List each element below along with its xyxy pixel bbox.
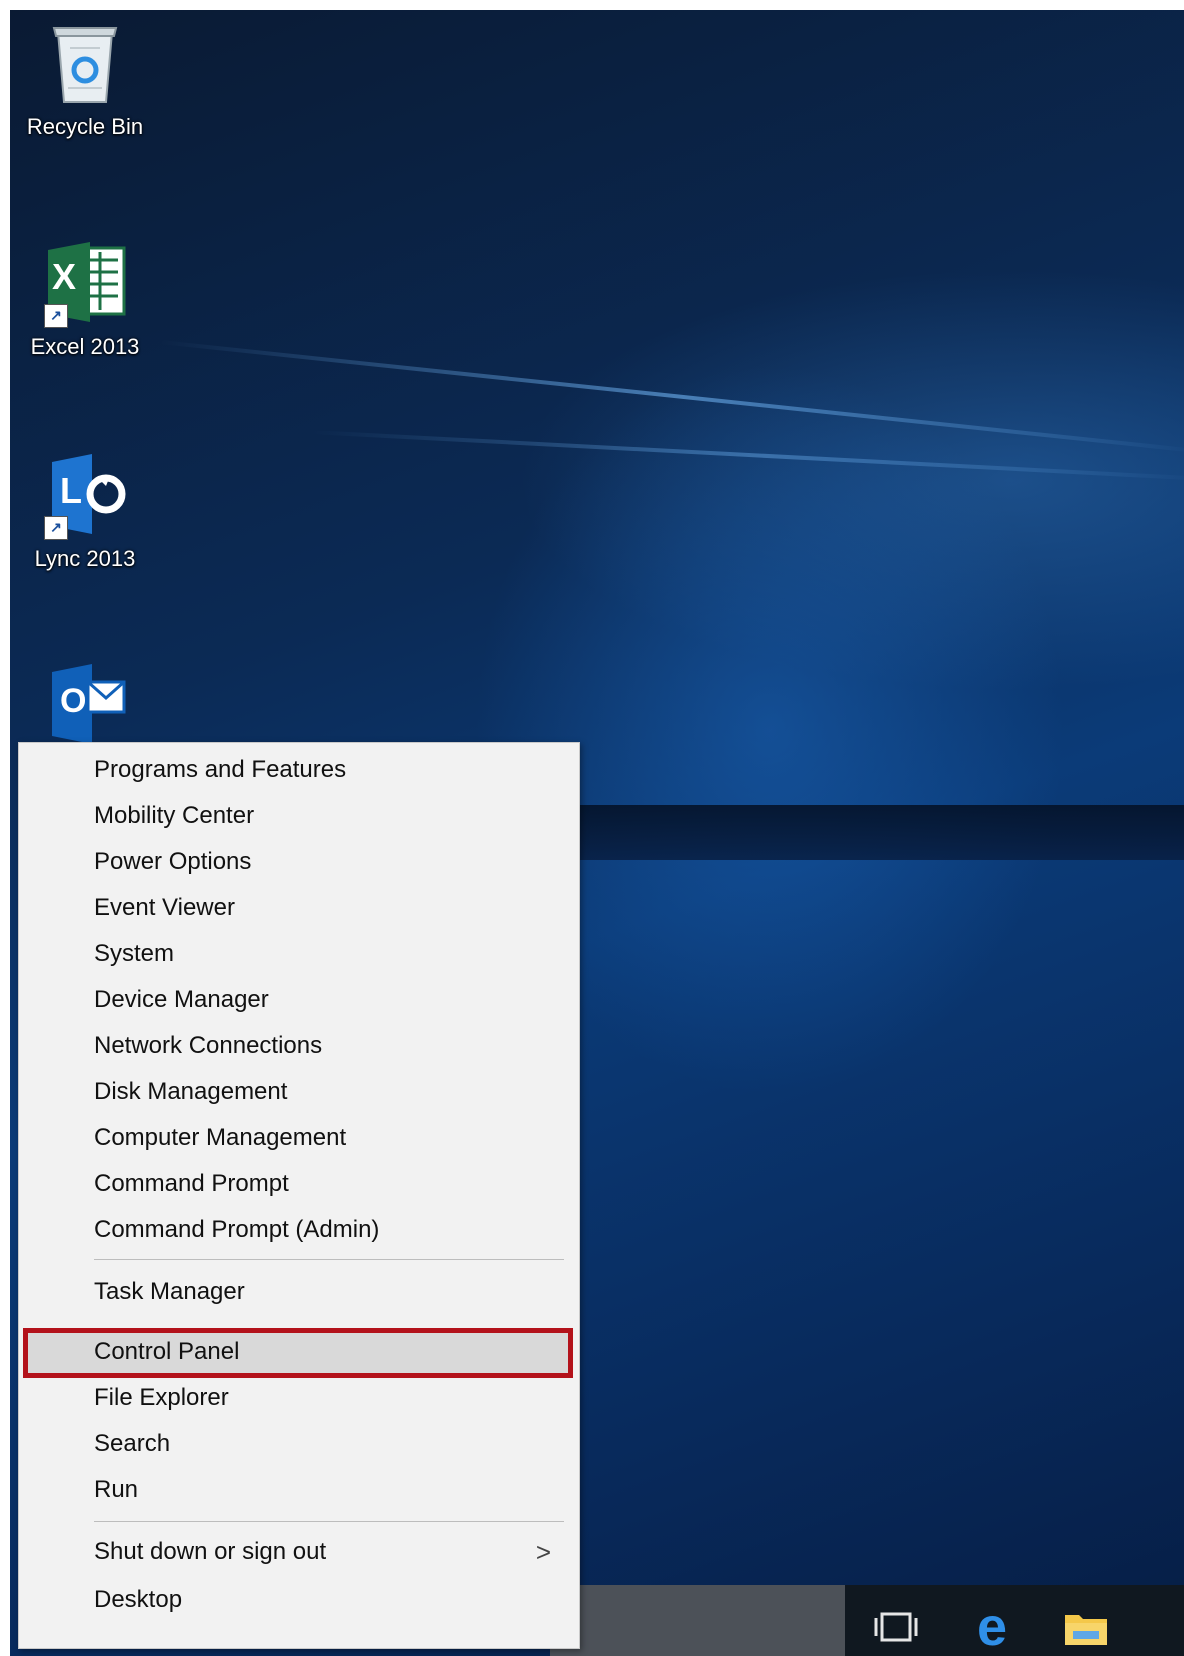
menu-item-label: Mobility Center — [94, 802, 255, 829]
menu-item-run[interactable]: Run — [19, 1467, 579, 1513]
file-explorer-icon[interactable] — [1062, 1603, 1110, 1651]
menu-item-shut-down-or-sign-out[interactable]: Shut down or sign out > — [19, 1529, 579, 1575]
menu-item-label: Programs and Features — [94, 756, 347, 783]
taskbar-search-box[interactable] — [550, 1585, 845, 1656]
menu-item-control-panel[interactable]: Control Panel — [19, 1329, 579, 1375]
menu-separator — [94, 1259, 564, 1260]
desktop-icon-excel[interactable]: X ↗ Excel 2013 — [10, 238, 160, 360]
menu-item-label: Shut down or sign out — [94, 1538, 327, 1565]
menu-item-device-manager[interactable]: Device Manager — [19, 977, 579, 1023]
excel-letter: X — [52, 256, 77, 297]
power-user-context-menu: Programs and Features Mobility Center Po… — [18, 742, 580, 1649]
menu-item-label: Power Options — [94, 848, 252, 875]
menu-item-label: Device Manager — [94, 986, 269, 1013]
edge-letter: e — [976, 1597, 1008, 1656]
wallpaper-dark-band — [550, 805, 1184, 860]
shortcut-arrow-icon: ↗ — [44, 304, 68, 328]
desktop-icon-outlook[interactable]: O — [10, 660, 160, 750]
lync-icon: L ↗ — [40, 450, 130, 540]
recycle-bin-icon — [40, 18, 130, 108]
menu-item-programs-and-features[interactable]: Programs and Features — [19, 747, 579, 793]
taskbar: e — [550, 1585, 1184, 1656]
menu-item-label: Control Panel — [94, 1338, 240, 1365]
menu-item-label: Command Prompt — [94, 1170, 289, 1197]
menu-item-label: Disk Management — [94, 1078, 288, 1105]
menu-item-disk-management[interactable]: Disk Management — [19, 1069, 579, 1115]
menu-item-label: File Explorer — [94, 1384, 229, 1411]
desktop-icon-label: Recycle Bin — [26, 114, 144, 139]
menu-item-system[interactable]: System — [19, 931, 579, 977]
menu-item-power-options[interactable]: Power Options — [19, 839, 579, 885]
menu-item-label: Run — [94, 1476, 139, 1503]
desktop-icon-label: Lync 2013 — [34, 546, 136, 571]
desktop-icon-recycle-bin[interactable]: Recycle Bin — [10, 18, 160, 140]
outlook-letter: O — [60, 682, 87, 720]
lync-letter: L — [60, 470, 82, 511]
menu-item-mobility-center[interactable]: Mobility Center — [19, 793, 579, 839]
outlook-icon: O — [40, 660, 130, 750]
menu-item-label: Desktop — [94, 1586, 183, 1613]
menu-item-computer-management[interactable]: Computer Management — [19, 1115, 579, 1161]
task-view-icon[interactable] — [872, 1603, 920, 1651]
menu-item-label: Task Manager — [94, 1278, 245, 1305]
menu-item-file-explorer[interactable]: File Explorer — [19, 1375, 579, 1421]
menu-item-search[interactable]: Search — [19, 1421, 579, 1467]
menu-item-network-connections[interactable]: Network Connections — [19, 1023, 579, 1069]
menu-item-label: Computer Management — [94, 1124, 347, 1151]
chevron-right-icon: > — [535, 1537, 551, 1567]
menu-item-label: Network Connections — [94, 1032, 323, 1059]
menu-item-event-viewer[interactable]: Event Viewer — [19, 885, 579, 931]
excel-icon: X ↗ — [40, 238, 130, 328]
menu-item-task-manager[interactable]: Task Manager — [19, 1269, 579, 1315]
menu-item-desktop[interactable]: Desktop — [19, 1577, 579, 1623]
menu-separator — [94, 1521, 564, 1522]
menu-item-label: Event Viewer — [94, 894, 235, 921]
desktop-icon-lync[interactable]: L ↗ Lync 2013 — [10, 450, 160, 572]
edge-icon[interactable]: e — [968, 1597, 1016, 1656]
menu-item-label: System — [94, 940, 175, 967]
desktop-icon-label: Excel 2013 — [30, 334, 140, 359]
shortcut-arrow-icon: ↗ — [44, 516, 68, 540]
wallpaper-light-beam — [159, 340, 1184, 454]
menu-item-label: Command Prompt (Admin) — [94, 1216, 380, 1243]
menu-item-label: Search — [94, 1430, 171, 1457]
menu-item-command-prompt-admin[interactable]: Command Prompt (Admin) — [19, 1207, 579, 1253]
menu-item-command-prompt[interactable]: Command Prompt — [19, 1161, 579, 1207]
